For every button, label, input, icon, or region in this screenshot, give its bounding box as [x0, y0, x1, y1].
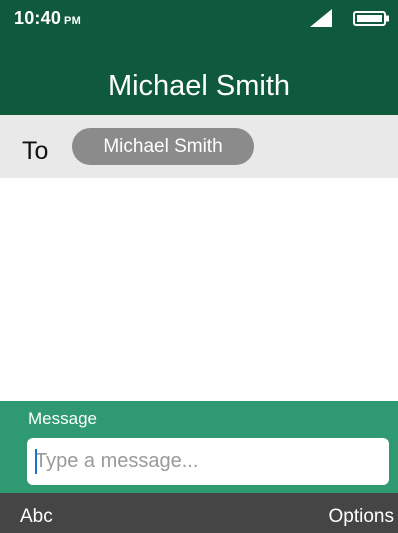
softkey-right-options[interactable]: Options: [329, 506, 394, 528]
message-thread-area: [0, 178, 398, 401]
page-title: Michael Smith: [107, 70, 291, 102]
header: Michael Smith: [0, 36, 398, 115]
signal-icon: [310, 9, 332, 27]
status-time-value: 10:40: [14, 8, 62, 28]
compose-label: Message: [28, 409, 97, 428]
status-bar: 10:40 PM: [0, 0, 398, 36]
text-caret: [35, 449, 37, 474]
softkey-bar: Abc Options: [0, 493, 398, 533]
battery-full-icon: [353, 11, 389, 26]
recipient-chip[interactable]: Michael Smith: [72, 128, 254, 165]
status-time: 10:40 PM: [14, 8, 81, 29]
recipient-row[interactable]: To Michael Smith: [0, 115, 398, 178]
status-time-ampm: PM: [64, 15, 81, 27]
compose-panel: Message: [0, 401, 398, 493]
message-input[interactable]: [27, 438, 389, 485]
to-label: To: [22, 137, 49, 165]
softkey-left-abc[interactable]: Abc: [20, 506, 53, 528]
